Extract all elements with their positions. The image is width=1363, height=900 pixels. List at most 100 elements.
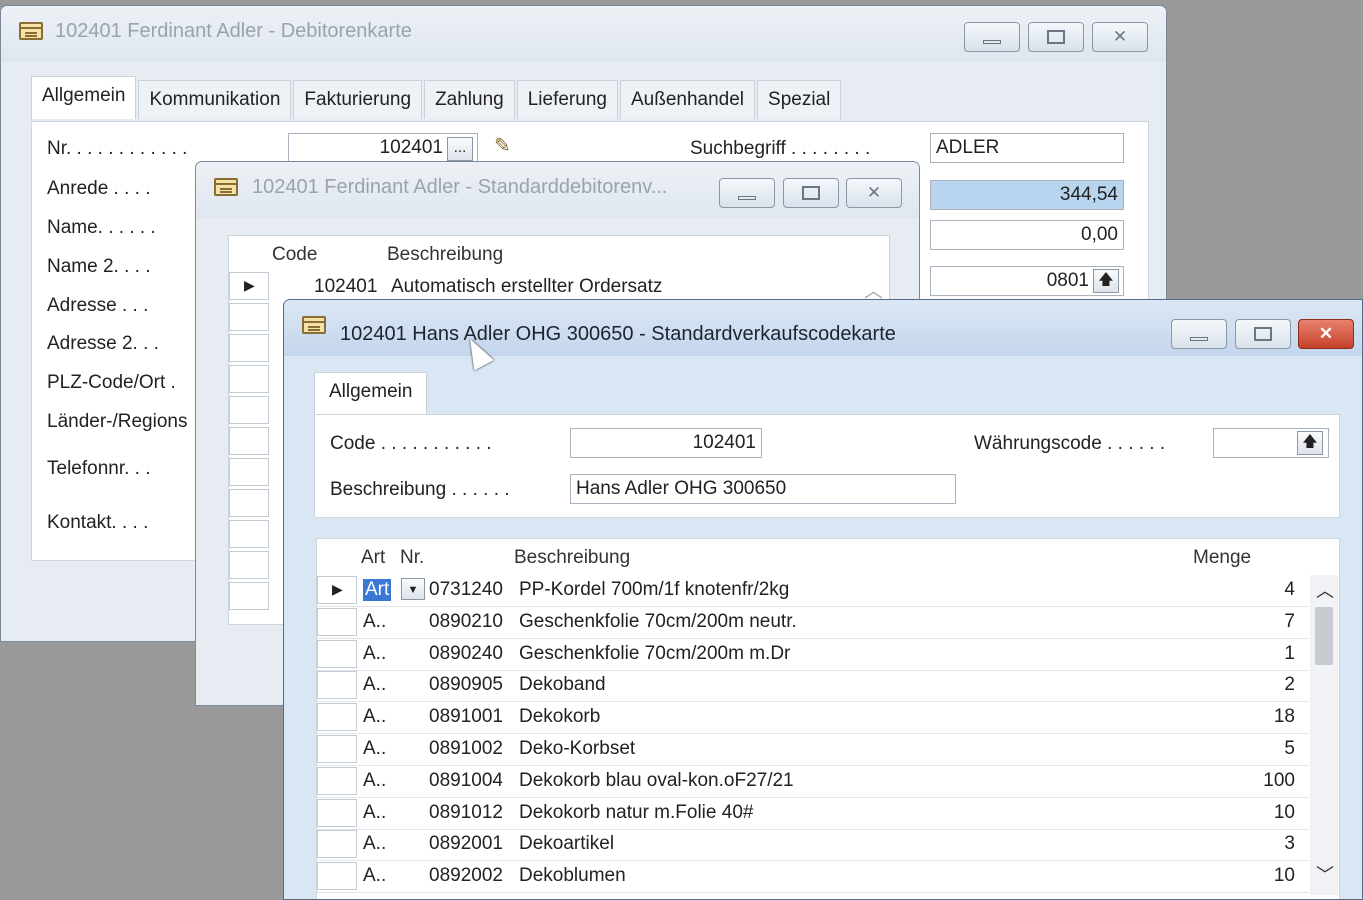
minimize-button[interactable] — [1171, 319, 1227, 349]
row-menge[interactable]: 4 — [1284, 579, 1295, 601]
scroll-up-icon[interactable]: ︿ — [1316, 577, 1334, 603]
column-header-nr[interactable]: Nr. — [400, 547, 424, 569]
beschreibung-field[interactable]: Hans Adler OHG 300650 — [570, 474, 956, 504]
row-description[interactable]: PP-Kordel 700m/1f knotenfr/2kg — [519, 579, 789, 601]
tab-aussenhandel[interactable]: Außenhandel — [619, 80, 756, 119]
kreditlimit-field[interactable]: 0,00 — [930, 220, 1124, 250]
row-menge[interactable]: 18 — [1274, 706, 1295, 728]
row-menge[interactable]: 2 — [1284, 674, 1295, 696]
row-menge[interactable]: 1 — [1284, 643, 1295, 665]
row-selector[interactable] — [229, 334, 269, 362]
row-description[interactable]: Dekoartikel — [519, 833, 614, 855]
title-bar[interactable]: 102401 Ferdinant Adler - Debitorenkarte … — [1, 6, 1166, 62]
row-selector[interactable] — [317, 703, 357, 732]
row-nr[interactable]: 0891001 — [429, 706, 503, 728]
row-nr[interactable]: 0891012 — [429, 802, 503, 824]
maximize-button[interactable] — [1028, 22, 1084, 52]
row-selector[interactable] — [229, 551, 269, 579]
scroll-thumb[interactable] — [1315, 607, 1333, 665]
column-header-code[interactable]: Code — [272, 244, 317, 266]
row-selector[interactable] — [229, 396, 269, 424]
table-row[interactable]: A.. 0890240 Geschenkfolie 70cm/200m m.Dr 1 — [317, 639, 1309, 671]
dropdown-arrow-button[interactable]: 🡅 — [1093, 269, 1119, 293]
tab-lieferung[interactable]: Lieferung — [516, 80, 618, 119]
row-selector[interactable] — [229, 520, 269, 548]
close-button[interactable]: ✕ — [1298, 319, 1354, 349]
scroll-down-icon[interactable]: ﹀ — [1316, 861, 1334, 887]
title-bar[interactable]: 102401 Hans Adler OHG 300650 - Standardv… — [284, 300, 1362, 356]
row-nr[interactable]: 0892001 — [429, 833, 503, 855]
row-selector[interactable] — [317, 830, 357, 859]
minimize-button[interactable] — [719, 178, 775, 208]
row-menge[interactable]: 10 — [1274, 802, 1295, 824]
title-bar[interactable]: 102401 Ferdinant Adler - Standarddebitor… — [196, 162, 919, 218]
maximize-button[interactable] — [783, 178, 839, 208]
row-selector[interactable] — [229, 427, 269, 455]
row-code[interactable]: 102401 — [314, 276, 377, 298]
row-art[interactable]: A.. — [363, 865, 386, 887]
row-selector[interactable] — [317, 862, 357, 891]
table-row[interactable]: A.. 0891012 Dekokorb natur m.Folie 40# 10 — [317, 798, 1309, 830]
dropdown-arrow-icon[interactable]: ▼ — [401, 578, 425, 600]
tab-spezial[interactable]: Spezial — [757, 80, 842, 119]
row-description[interactable]: Automatisch erstellter Ordersatz — [391, 276, 662, 298]
row-menge[interactable]: 7 — [1284, 611, 1295, 633]
row-selector[interactable] — [229, 582, 269, 610]
maximize-button[interactable] — [1235, 319, 1291, 349]
row-selector[interactable] — [229, 303, 269, 331]
suchbegriff-field[interactable]: ADLER — [930, 133, 1124, 163]
tab-allgemein[interactable]: Allgemein — [314, 372, 428, 415]
row-nr[interactable]: 0731240 — [429, 579, 503, 601]
column-header-menge[interactable]: Menge — [1193, 547, 1251, 569]
edit-pencil-icon[interactable]: ✎ — [494, 133, 511, 158]
row-menge[interactable]: 100 — [1263, 770, 1295, 792]
table-row[interactable]: ▶ Art ▼ 0731240 PP-Kordel 700m/1f knotenfr/2… — [317, 576, 1309, 607]
row-selector[interactable] — [229, 458, 269, 486]
row-selector[interactable] — [317, 798, 357, 827]
row-description[interactable]: Geschenkfolie 70cm/200m m.Dr — [519, 643, 790, 665]
table-row[interactable]: A.. 0892001 Dekoartikel 3 — [317, 830, 1309, 862]
minimize-button[interactable] — [964, 22, 1020, 52]
row-art[interactable]: A.. — [363, 802, 386, 824]
close-button[interactable]: ✕ — [846, 178, 902, 208]
row-art[interactable]: Art — [363, 579, 392, 601]
row-description[interactable]: Deko-Korbset — [519, 738, 635, 760]
code-field[interactable]: 102401 — [570, 428, 762, 458]
row-nr[interactable]: 0890210 — [429, 611, 503, 633]
row-art[interactable]: A.. — [363, 738, 386, 760]
vertical-scrollbar[interactable]: ︿ ﹀ — [1310, 575, 1338, 895]
saldo-field[interactable]: 344,54 — [930, 180, 1124, 210]
tab-allgemein[interactable]: Allgemein — [31, 76, 137, 119]
row-menge[interactable]: 10 — [1274, 865, 1295, 887]
row-art[interactable]: A.. — [363, 833, 386, 855]
row-description[interactable]: Dekoblumen — [519, 865, 626, 887]
row-art[interactable]: A.. — [363, 706, 386, 728]
row-description[interactable]: Dekokorb blau oval-kon.oF27/21 — [519, 770, 794, 792]
row-selector[interactable] — [317, 671, 357, 700]
tab-kommunikation[interactable]: Kommunikation — [138, 80, 292, 119]
row-nr[interactable]: 0892002 — [429, 865, 503, 887]
lookup-button[interactable]: ... — [447, 137, 473, 161]
row-selector[interactable] — [229, 489, 269, 517]
row-nr[interactable]: 0890240 — [429, 643, 503, 665]
row-menge[interactable]: 3 — [1284, 833, 1295, 855]
table-row[interactable]: A.. 0892002 Dekoblumen 10 — [317, 862, 1309, 894]
row-nr[interactable]: 0891004 — [429, 770, 503, 792]
row-selector[interactable]: ▶ — [229, 272, 269, 300]
row-art[interactable]: A.. — [363, 770, 386, 792]
row-art[interactable]: A.. — [363, 643, 386, 665]
row-nr[interactable]: 0891002 — [429, 738, 503, 760]
row-description[interactable]: Dekoband — [519, 674, 606, 696]
table-row[interactable]: A.. 0891001 Dekokorb 18 — [317, 703, 1309, 735]
row-selector[interactable] — [317, 607, 357, 636]
row-art[interactable]: A.. — [363, 611, 386, 633]
column-header-art[interactable]: Art — [361, 547, 385, 569]
row-selector[interactable] — [317, 639, 357, 668]
row-art[interactable]: A.. — [363, 674, 386, 696]
row-nr[interactable]: 0890905 — [429, 674, 503, 696]
row-selector[interactable]: ▶ — [317, 576, 357, 604]
table-row[interactable]: A.. 0891002 Deko-Korbset 5 — [317, 735, 1309, 766]
row-description[interactable]: Geschenkfolie 70cm/200m neutr. — [519, 611, 797, 633]
row-description[interactable]: Dekokorb — [519, 706, 600, 728]
row-selector[interactable] — [317, 735, 357, 763]
